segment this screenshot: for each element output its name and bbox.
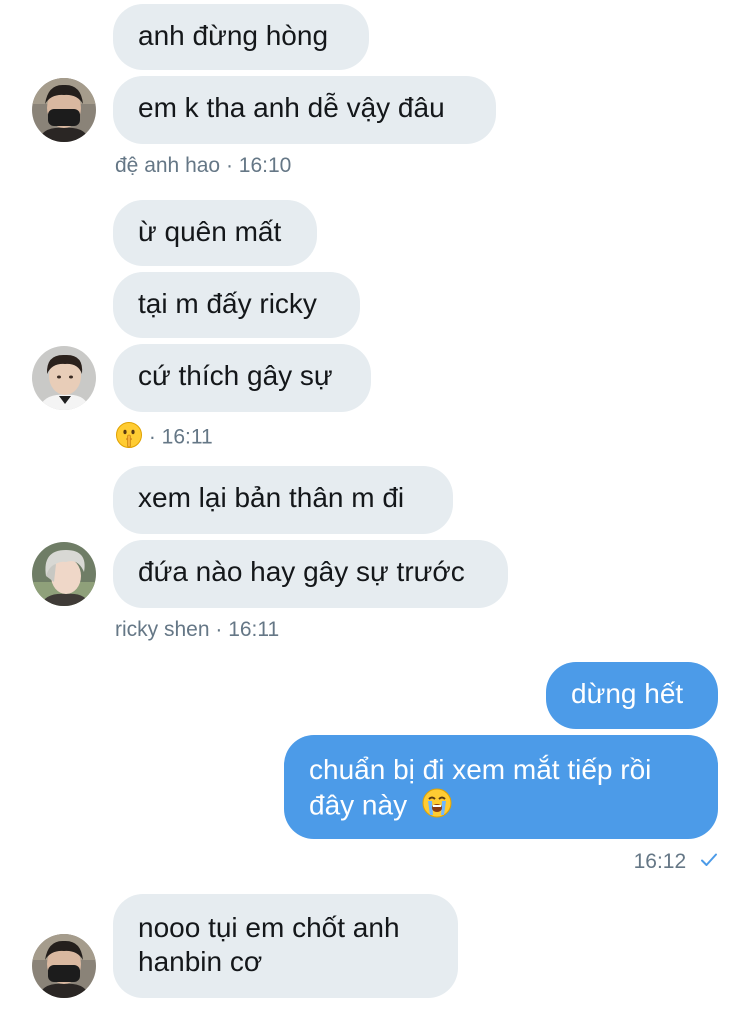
incoming-message-bubble[interactable]: cứ thích gây sự [113,344,371,412]
read-checkmark-icon [700,850,718,874]
message-text-line: chuẩn bị đi xem mắt tiếp rồi [309,754,652,785]
chat-thread[interactable]: anh đừng hòng em k tha anh dễ vậy đâu đệ… [0,0,750,1009]
incoming-message-bubble[interactable]: ừ quên mất [113,200,317,266]
message-text-line: đây này [309,789,408,821]
message-time: · 16:10 [225,154,292,177]
sender-avatar[interactable] [32,78,96,142]
message-text-line: nooo tụi em chốt anh [138,912,400,943]
sender-avatar[interactable] [32,934,96,998]
message-text: dừng hết [571,678,684,709]
message-text: cứ thích gây sự [138,360,333,391]
message-time: 16:12 [633,850,687,873]
silver-hair-user-avatar-icon [32,542,96,606]
incoming-message-bubble[interactable]: đứa nào hay gây sự trước [113,540,508,608]
message-text: anh đừng hòng [138,20,329,51]
incoming-message-bubble[interactable]: em k tha anh dễ vậy đâu [113,76,496,144]
incoming-message-bubble[interactable]: xem lại bản thân m đi [113,466,453,534]
message-time: · 16:11 [148,425,213,449]
outgoing-message-bubble[interactable]: dừng hết [546,662,718,729]
message-text-line: hanbin cơ [138,946,263,977]
message-text: đứa nào hay gây sự trước [138,556,465,587]
sender-name: đệ anh hao [115,154,221,177]
user-avatar-icon [32,346,96,410]
message-text: xem lại bản thân m đi [138,482,405,513]
masked-user-avatar-icon [32,934,96,998]
message-meta: 16:12 [634,850,718,874]
sender-avatar[interactable] [32,542,96,606]
message-time: · 16:11 [215,618,280,641]
message-meta: ricky shen · 16:11 [115,618,279,642]
sender-name: ricky shen [115,618,210,641]
incoming-message-bubble[interactable]: anh đừng hòng [113,4,369,70]
masked-user-avatar-icon [32,78,96,142]
sender-avatar[interactable] [32,346,96,410]
message-text: em k tha anh dễ vậy đâu [138,92,445,123]
message-meta: · 16:11 [115,421,213,455]
incoming-message-bubble[interactable]: tại m đấy ricky [113,272,360,338]
message-text-line-row: đây này [309,787,693,827]
message-text: ừ quên mất [138,216,282,247]
loudly-crying-face-emoji-icon [421,787,453,827]
shushing-face-emoji-icon [115,421,143,455]
message-text: tại m đấy ricky [138,288,317,319]
outgoing-message-bubble[interactable]: chuẩn bị đi xem mắt tiếp rồi đây này [284,735,718,839]
incoming-message-bubble[interactable]: nooo tụi em chốt anh hanbin cơ [113,894,458,998]
message-meta: đệ anh hao · 16:10 [115,154,291,178]
